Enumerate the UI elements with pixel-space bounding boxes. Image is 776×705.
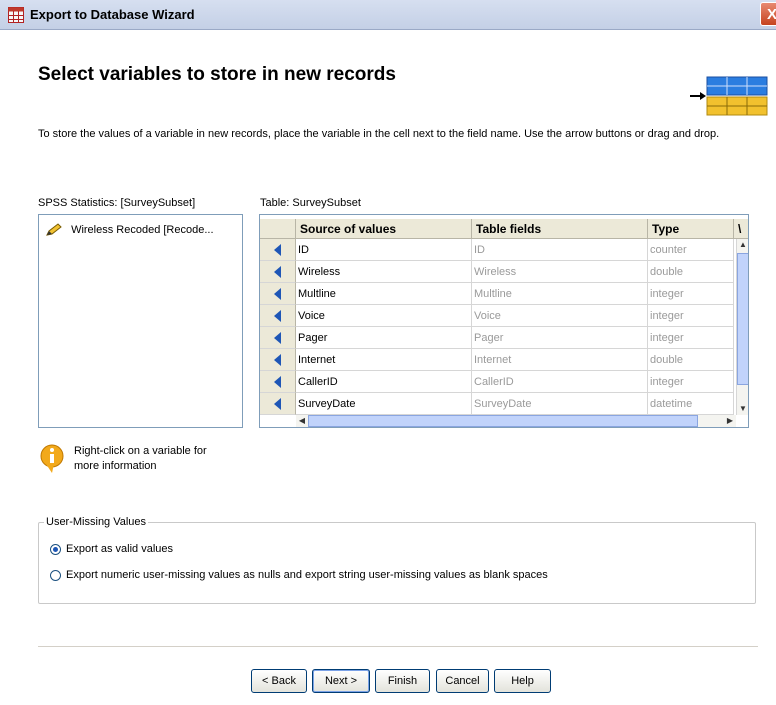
source-cell[interactable]: Voice xyxy=(296,305,472,327)
move-arrow-button[interactable] xyxy=(260,283,296,305)
type-cell: integer xyxy=(648,283,734,305)
table-icon xyxy=(8,7,24,23)
left-arrow-icon xyxy=(274,310,281,322)
info-line: Right-click on a variable for xyxy=(74,445,207,457)
column-header: Type xyxy=(648,219,734,239)
scroll-thumb[interactable] xyxy=(737,253,748,385)
radio-label: Export as valid values xyxy=(66,543,173,555)
radio-label: Export numeric user-missing values as nu… xyxy=(66,569,548,581)
move-arrow-button[interactable] xyxy=(260,239,296,261)
horizontal-scrollbar[interactable]: ◀ ▶ xyxy=(296,415,736,427)
group-legend: User-Missing Values xyxy=(44,516,149,528)
type-cell: double xyxy=(648,261,734,283)
pencil-icon xyxy=(46,223,62,236)
move-arrow-button[interactable] xyxy=(260,393,296,415)
left-arrow-icon xyxy=(274,244,281,256)
radio-unselected-icon[interactable] xyxy=(50,569,61,581)
type-cell: integer xyxy=(648,371,734,393)
back-button[interactable]: < Back xyxy=(251,669,307,693)
field-cell: SurveyDate xyxy=(472,393,648,415)
next-button[interactable]: Next > xyxy=(312,669,370,693)
source-cell[interactable]: Internet xyxy=(296,349,472,371)
field-cell: Multline xyxy=(472,283,648,305)
type-cell: integer xyxy=(648,305,734,327)
left-arrow-icon xyxy=(274,376,281,388)
left-arrow-icon xyxy=(274,288,281,300)
source-cell[interactable]: Multline xyxy=(296,283,472,305)
variables-label: SPSS Statistics: [SurveySubset] xyxy=(38,197,196,209)
scroll-left-icon[interactable]: ◀ xyxy=(296,415,308,427)
move-arrow-button[interactable] xyxy=(260,349,296,371)
radio-selected-icon[interactable] xyxy=(50,543,61,555)
source-cell[interactable]: ID xyxy=(296,239,472,261)
left-arrow-icon xyxy=(274,398,281,410)
cancel-button[interactable]: Cancel xyxy=(436,669,489,693)
vertical-scrollbar[interactable]: ▲ ▼ xyxy=(736,239,748,415)
scroll-thumb[interactable] xyxy=(308,415,698,427)
finish-button[interactable]: Finish xyxy=(375,669,430,693)
left-arrow-icon xyxy=(274,332,281,344)
user-missing-group xyxy=(38,522,756,604)
move-arrow-button[interactable] xyxy=(260,371,296,393)
table-label: Table: SurveySubset xyxy=(260,197,361,209)
info-icon xyxy=(40,444,64,473)
list-item[interactable]: Wireless Recoded [Recode... xyxy=(45,221,214,239)
variable-list[interactable]: Wireless Recoded [Recode... xyxy=(38,214,243,428)
scroll-up-icon[interactable]: ▲ xyxy=(737,239,748,251)
info-line: more information xyxy=(74,460,157,472)
field-cell: Internet xyxy=(472,349,648,371)
move-arrow-button[interactable] xyxy=(260,261,296,283)
move-arrow-button[interactable] xyxy=(260,305,296,327)
column-header: \ xyxy=(734,219,748,239)
export-table-icon xyxy=(690,76,768,116)
page-title: Select variables to store in new records xyxy=(38,64,396,85)
instructions-text: To store the values of a variable in new… xyxy=(38,128,720,140)
info-hint: Right-click on a variable for more infor… xyxy=(74,444,207,474)
left-arrow-icon xyxy=(274,354,281,366)
type-cell: datetime xyxy=(648,393,734,415)
scroll-down-icon[interactable]: ▼ xyxy=(737,403,748,415)
field-cell: ID xyxy=(472,239,648,261)
type-cell: integer xyxy=(648,327,734,349)
radio-export-nulls[interactable]: Export numeric user-missing values as nu… xyxy=(50,569,548,581)
source-cell[interactable]: CallerID xyxy=(296,371,472,393)
variable-name: Wireless Recoded [Recode... xyxy=(71,224,214,236)
field-cell: CallerID xyxy=(472,371,648,393)
left-arrow-icon xyxy=(274,266,281,278)
close-button[interactable]: X xyxy=(760,2,776,26)
field-mapping-table[interactable]: Source of values Table fields Type \ ID … xyxy=(259,214,749,428)
column-header: Table fields xyxy=(472,219,648,239)
source-cell[interactable]: Wireless xyxy=(296,261,472,283)
source-cell[interactable]: Pager xyxy=(296,327,472,349)
type-cell: double xyxy=(648,349,734,371)
source-cell[interactable]: SurveyDate xyxy=(296,393,472,415)
move-arrow-button[interactable] xyxy=(260,327,296,349)
title-bar: Export to Database Wizard X xyxy=(0,0,776,30)
column-header: Source of values xyxy=(296,219,472,239)
field-cell: Pager xyxy=(472,327,648,349)
field-cell: Voice xyxy=(472,305,648,327)
scroll-right-icon[interactable]: ▶ xyxy=(724,415,736,427)
row-header-corner xyxy=(260,219,296,239)
type-cell: counter xyxy=(648,239,734,261)
window-title: Export to Database Wizard xyxy=(30,7,195,22)
divider xyxy=(38,646,758,647)
radio-export-valid[interactable]: Export as valid values xyxy=(50,543,173,555)
field-cell: Wireless xyxy=(472,261,648,283)
help-button[interactable]: Help xyxy=(494,669,551,693)
